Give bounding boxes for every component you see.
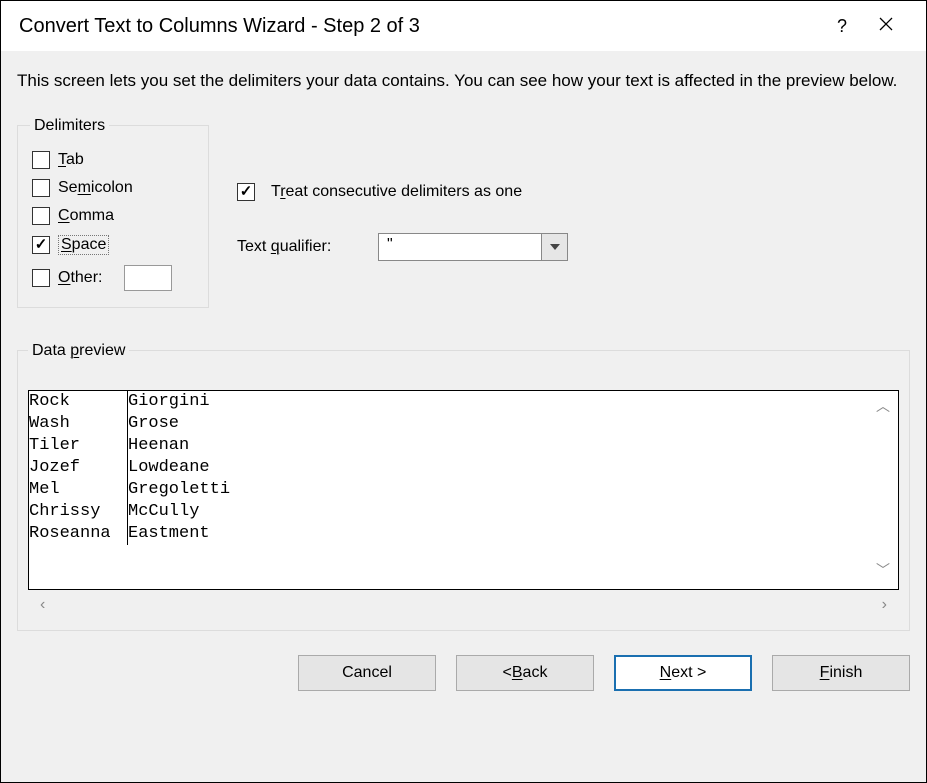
table-row: MelGregoletti bbox=[29, 479, 898, 501]
text-qualifier-value: " bbox=[379, 234, 541, 260]
close-icon[interactable] bbox=[864, 16, 908, 37]
finish-button[interactable]: Finish bbox=[772, 655, 910, 691]
cell-lastname: Eastment bbox=[127, 523, 898, 545]
table-row: RockGiorgini bbox=[29, 391, 898, 413]
cell-firstname: Rock bbox=[29, 391, 127, 413]
chevron-down-icon[interactable] bbox=[541, 234, 567, 260]
cell-lastname: Grose bbox=[127, 413, 898, 435]
cell-firstname: Jozef bbox=[29, 457, 127, 479]
cell-firstname: Mel bbox=[29, 479, 127, 501]
text-qualifier-combo[interactable]: " bbox=[378, 233, 568, 261]
consecutive-checkbox[interactable] bbox=[237, 183, 255, 201]
table-row: RoseannaEastment bbox=[29, 523, 898, 545]
cell-firstname: Wash bbox=[29, 413, 127, 435]
table-row: JozefLowdeane bbox=[29, 457, 898, 479]
consecutive-label: Treat consecutive delimiters as one bbox=[271, 183, 522, 201]
preview-box: RockGiorginiWashGroseTilerHeenanJozefLow… bbox=[28, 390, 899, 590]
comma-checkbox-row[interactable]: Comma bbox=[32, 207, 196, 225]
scroll-left-icon[interactable]: ‹ bbox=[40, 596, 45, 614]
help-icon[interactable]: ? bbox=[820, 16, 864, 37]
dialog-body: This screen lets you set the delimiters … bbox=[1, 51, 926, 782]
table-row: ChrissyMcCully bbox=[29, 501, 898, 523]
tab-checkbox-row[interactable]: Tab bbox=[32, 151, 196, 169]
qualifier-label: Text qualifier: bbox=[237, 238, 362, 256]
semicolon-checkbox[interactable] bbox=[32, 179, 50, 197]
space-checkbox[interactable] bbox=[32, 236, 50, 254]
delimiters-legend: Delimiters bbox=[30, 117, 109, 135]
next-button[interactable]: Next > bbox=[614, 655, 752, 691]
delimiters-group: Delimiters Tab Semicolon Comma Space bbox=[17, 117, 209, 308]
titlebar: Convert Text to Columns Wizard - Step 2 … bbox=[1, 1, 926, 51]
dialog-title: Convert Text to Columns Wizard - Step 2 … bbox=[19, 15, 820, 38]
semicolon-checkbox-row[interactable]: Semicolon bbox=[32, 179, 196, 197]
comma-label: Comma bbox=[58, 207, 114, 225]
cell-lastname: Lowdeane bbox=[127, 457, 898, 479]
cell-lastname: Giorgini bbox=[127, 391, 898, 413]
table-row: TilerHeenan bbox=[29, 435, 898, 457]
other-checkbox-row[interactable]: Other: bbox=[32, 265, 196, 291]
tab-checkbox[interactable] bbox=[32, 151, 50, 169]
other-delimiter-input[interactable] bbox=[124, 265, 172, 291]
table-row: WashGrose bbox=[29, 413, 898, 435]
wizard-dialog: Convert Text to Columns Wizard - Step 2 … bbox=[0, 0, 927, 783]
consecutive-checkbox-row[interactable]: Treat consecutive delimiters as one bbox=[237, 183, 568, 201]
data-preview-legend: Data preview bbox=[28, 342, 129, 360]
cell-firstname: Roseanna bbox=[29, 523, 127, 545]
cell-lastname: Heenan bbox=[127, 435, 898, 457]
tab-label: Tab bbox=[58, 151, 84, 169]
space-label: Space bbox=[58, 235, 109, 255]
cell-firstname: Chrissy bbox=[29, 501, 127, 523]
space-checkbox-row[interactable]: Space bbox=[32, 235, 196, 255]
button-bar: Cancel < Back Next > Finish bbox=[17, 655, 910, 691]
description-text: This screen lets you set the delimiters … bbox=[17, 69, 910, 93]
comma-checkbox[interactable] bbox=[32, 207, 50, 225]
back-button[interactable]: < Back bbox=[456, 655, 594, 691]
data-preview-group: Data preview RockGiorginiWashGroseTilerH… bbox=[17, 342, 910, 631]
other-checkbox[interactable] bbox=[32, 269, 50, 287]
scroll-up-icon[interactable]: ︿ bbox=[876, 397, 890, 419]
cancel-button[interactable]: Cancel bbox=[298, 655, 436, 691]
semicolon-label: Semicolon bbox=[58, 179, 133, 197]
cell-lastname: Gregoletti bbox=[127, 479, 898, 501]
cell-firstname: Tiler bbox=[29, 435, 127, 457]
scroll-right-icon[interactable]: › bbox=[882, 596, 887, 614]
cell-lastname: McCully bbox=[127, 501, 898, 523]
other-label: Other: bbox=[58, 269, 102, 287]
scroll-down-icon[interactable]: ﹀ bbox=[876, 561, 890, 583]
